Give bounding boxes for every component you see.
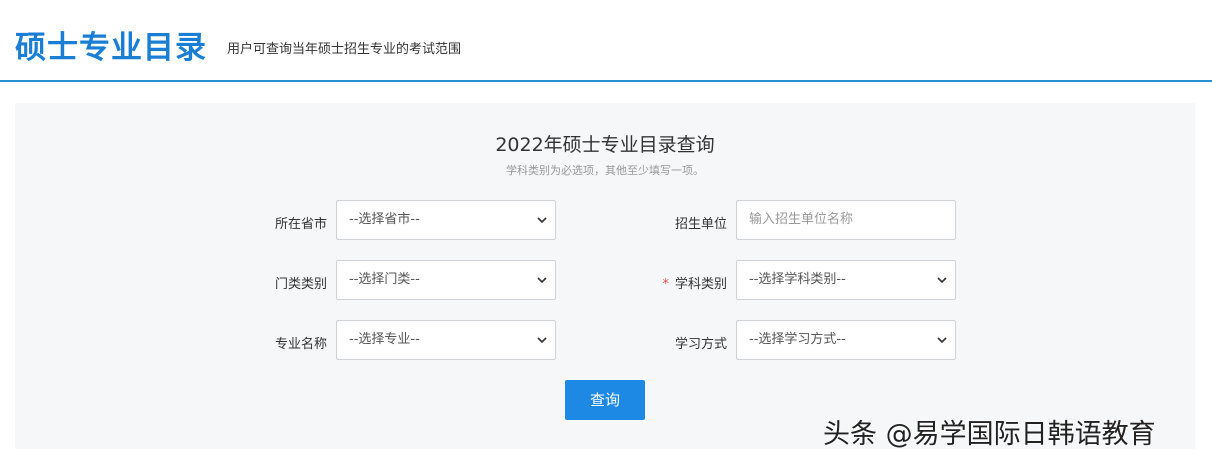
province-select-value: --选择省市-- [349,212,420,227]
discipline-select-value: --选择学科类别-- [749,272,846,287]
major-select[interactable]: --选择专业-- [336,320,556,360]
page-subtitle: 用户可查询当年硕士招生专业的考试范围 [227,42,462,57]
category-select-value: --选择门类-- [349,272,420,287]
unit-label: 招生单位 [674,217,727,232]
unit-input[interactable]: 输入招生单位名称 [736,200,956,240]
study-mode-label: 学习方式 [674,337,727,352]
major-label: 专业名称 [274,337,327,352]
form-title: 2022年硕士专业目录查询 [495,134,715,156]
study-mode-select-value: --选择学习方式-- [749,332,846,347]
chevron-down-icon [937,337,947,344]
page-header: 硕士专业目录 用户可查询当年硕士招生专业的考试范围 [0,0,1212,82]
study-mode-select[interactable]: --选择学习方式-- [736,320,956,360]
chevron-down-icon [537,277,547,284]
required-mark: * [662,277,669,292]
search-panel: 2022年硕士专业目录查询 学科类别为必选项，其他至少填写一项。 所在省市 --… [15,103,1195,449]
discipline-select[interactable]: --选择学科类别-- [736,260,956,300]
page-title: 硕士专业目录 [15,30,207,66]
chevron-down-icon [537,217,547,224]
chevron-down-icon [937,277,947,284]
watermark: 头条 @易学国际日韩语教育 [823,419,1156,450]
chevron-down-icon [537,337,547,344]
query-button[interactable]: 查询 [565,380,645,420]
category-select[interactable]: --选择门类-- [336,260,556,300]
page: 硕士专业目录 用户可查询当年硕士招生专业的考试范围 2022年硕士专业目录查询 … [0,0,1212,464]
discipline-label: * 学科类别 [662,277,727,292]
province-select[interactable]: --选择省市-- [336,200,556,240]
form-hint: 学科类别为必选项，其他至少填写一项。 [506,164,704,177]
province-label: 所在省市 [274,217,327,232]
category-label: 门类类别 [274,277,327,292]
unit-input-placeholder: 输入招生单位名称 [749,212,854,227]
major-select-value: --选择专业-- [349,332,420,347]
